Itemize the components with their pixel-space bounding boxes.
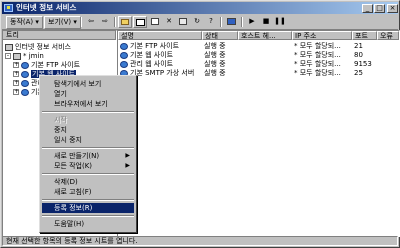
minimize-button[interactable]: _ bbox=[362, 4, 373, 13]
menu-separator bbox=[42, 147, 134, 149]
expand-icon[interactable]: + bbox=[13, 71, 19, 77]
row-port: 80 bbox=[354, 51, 363, 59]
toolbar: 동작(A) ▾ 보기(V) ▾ ⇦ ⇨ ✕ ↻ ? ▶ ■ ❚❚ bbox=[2, 15, 398, 30]
iis-app-icon bbox=[4, 4, 13, 12]
row-ip: * 모두 할당되... bbox=[294, 51, 341, 59]
row-status: 실행 중 bbox=[204, 69, 226, 77]
row-status: 실행 중 bbox=[204, 60, 226, 68]
play-icon[interactable]: ▶ bbox=[245, 16, 259, 28]
globe-icon bbox=[21, 88, 29, 96]
window-title: 인터넷 정보 서비스 bbox=[16, 3, 77, 12]
menu-item-new[interactable]: 새로 만들기(N) ▶ bbox=[42, 151, 134, 161]
globe-icon bbox=[120, 51, 128, 59]
column-header-description[interactable]: 설명 bbox=[118, 31, 202, 40]
refresh-icon[interactable]: ↻ bbox=[190, 16, 204, 28]
toolbar-separator bbox=[114, 17, 116, 27]
menu-item-start: 시작 bbox=[54, 116, 67, 124]
title-bar[interactable]: 인터넷 정보 서비스 _ □ × bbox=[2, 2, 398, 14]
row-status: 실행 중 bbox=[204, 42, 226, 50]
row-name: 기본 FTP 사이트 bbox=[130, 42, 180, 50]
tree-item-label: 인터넷 정보 서비스 bbox=[15, 43, 71, 51]
toolbar-separator bbox=[220, 17, 222, 27]
globe-icon bbox=[120, 60, 128, 68]
toolbar-separator bbox=[80, 17, 82, 27]
row-port: 21 bbox=[354, 42, 363, 50]
up-folder-icon[interactable] bbox=[118, 16, 132, 28]
submenu-arrow-icon: ▶ bbox=[125, 152, 130, 159]
show-tree-icon[interactable] bbox=[133, 16, 147, 28]
globe-icon bbox=[21, 79, 29, 87]
row-ip: * 모두 할당되... bbox=[294, 60, 341, 68]
tree-item-server[interactable]: - * jmin bbox=[5, 52, 44, 60]
back-icon[interactable]: ⇦ bbox=[84, 16, 98, 28]
row-port: 25 bbox=[354, 69, 363, 77]
menu-item-pause[interactable]: 일시 중지 bbox=[42, 135, 134, 145]
expand-icon[interactable]: + bbox=[13, 80, 19, 86]
globe-icon bbox=[21, 61, 29, 69]
computer-icon[interactable] bbox=[224, 16, 238, 28]
app-window: 인터넷 정보 서비스 _ □ × 동작(A) ▾ 보기(V) ▾ ⇦ ⇨ ✕ ↻… bbox=[0, 0, 400, 248]
tree-header: 트리 bbox=[3, 31, 116, 40]
tree-item-ftp-site[interactable]: + 기본 FTP 사이트 bbox=[13, 61, 80, 69]
menu-separator bbox=[42, 199, 134, 201]
close-button[interactable]: × bbox=[387, 4, 398, 13]
menu-separator bbox=[42, 215, 134, 217]
computer-icon bbox=[13, 52, 21, 60]
row-name-cell: 기본 웹 사이트 bbox=[118, 51, 202, 59]
tree-item-root[interactable]: 인터넷 정보 서비스 bbox=[5, 43, 71, 51]
status-bar: 현재 선택한 항목의 등록 정보 시트를 엽니다. bbox=[2, 236, 398, 246]
help-icon[interactable]: ? bbox=[204, 16, 218, 28]
action-menu[interactable]: 동작(A) ▾ bbox=[6, 16, 43, 29]
export-list-icon[interactable] bbox=[148, 16, 162, 28]
computer-icon bbox=[5, 43, 13, 51]
properties-icon[interactable] bbox=[176, 16, 190, 28]
delete-icon[interactable]: ✕ bbox=[162, 16, 176, 28]
menu-item-properties[interactable]: 등록 정보(R) bbox=[42, 203, 134, 213]
forward-icon[interactable]: ⇨ bbox=[98, 16, 112, 28]
globe-icon bbox=[120, 42, 128, 50]
row-ip: * 모두 할당되... bbox=[294, 42, 341, 50]
row-name-cell: 관리 웹 사이트 bbox=[118, 60, 202, 68]
menu-separator bbox=[42, 173, 134, 175]
stop-icon[interactable]: ■ bbox=[259, 16, 273, 28]
column-header-status[interactable]: 상태 bbox=[202, 31, 238, 40]
row-name: 기본 SMTP 가상 서버 bbox=[130, 69, 195, 77]
tree-item-label: 기본 FTP 사이트 bbox=[31, 61, 81, 69]
menu-item-stop[interactable]: 중지 bbox=[42, 125, 134, 135]
tree-item-label: * jmin bbox=[23, 52, 44, 60]
row-name: 기본 웹 사이트 bbox=[130, 51, 174, 59]
menu-item-view-in-explorer[interactable]: 탐색기에서 보기 bbox=[42, 79, 134, 89]
toolbar-separator bbox=[241, 17, 243, 27]
collapse-icon[interactable]: - bbox=[5, 53, 11, 59]
expand-icon[interactable]: + bbox=[13, 62, 19, 68]
menu-item-delete[interactable]: 삭제(D) bbox=[42, 177, 134, 187]
list-pane[interactable]: 설명 상태 호스트 헤... IP 주소 포트 오류 기본 FTP 사이트 실행… bbox=[117, 30, 400, 237]
column-header-ip[interactable]: IP 주소 bbox=[292, 31, 352, 40]
row-status: 실행 중 bbox=[204, 51, 226, 59]
row-port: 9153 bbox=[354, 60, 372, 68]
context-menu: 탐색기에서 보기 열기 브라우저에서 보기 시작 중지 일시 중지 새로 만들기… bbox=[39, 75, 137, 233]
maximize-button[interactable]: □ bbox=[374, 4, 385, 13]
menu-item-help[interactable]: 도움말(H) bbox=[42, 219, 134, 229]
globe-icon bbox=[21, 70, 29, 78]
row-name-cell: 기본 FTP 사이트 bbox=[118, 42, 202, 50]
column-header-port[interactable]: 포트 bbox=[352, 31, 377, 40]
menu-item-all-tasks-label: 모든 작업(K) bbox=[54, 162, 93, 170]
row-ip: * 모두 할당되... bbox=[294, 69, 341, 77]
menu-separator bbox=[42, 111, 134, 113]
expand-icon[interactable]: + bbox=[13, 89, 19, 95]
menu-item-open[interactable]: 열기 bbox=[42, 89, 134, 99]
pause-icon[interactable]: ❚❚ bbox=[273, 16, 287, 28]
menu-item-all-tasks[interactable]: 모든 작업(K) ▶ bbox=[42, 161, 134, 171]
column-header-error[interactable]: 오류 bbox=[377, 31, 399, 40]
view-menu[interactable]: 보기(V) ▾ bbox=[44, 16, 81, 29]
row-name: 관리 웹 사이트 bbox=[130, 60, 174, 68]
column-header-host[interactable]: 호스트 헤... bbox=[238, 31, 292, 40]
submenu-arrow-icon: ▶ bbox=[125, 162, 130, 169]
menu-item-refresh[interactable]: 새로 고침(F) bbox=[42, 187, 134, 197]
menu-item-new-label: 새로 만들기(N) bbox=[54, 152, 100, 160]
menu-item-view-in-browser[interactable]: 브라우저에서 보기 bbox=[42, 99, 134, 109]
